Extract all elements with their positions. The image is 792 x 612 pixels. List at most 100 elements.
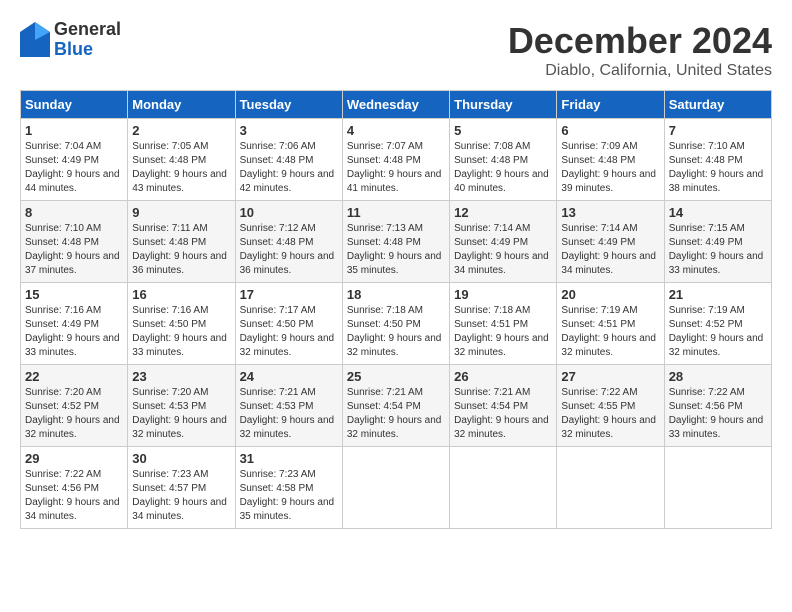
week-row-1: 1 Sunrise: 7:04 AMSunset: 4:49 PMDayligh… — [21, 119, 772, 201]
day-number: 16 — [132, 287, 230, 302]
logo: General Blue — [20, 20, 121, 60]
day-number: 17 — [240, 287, 338, 302]
calendar-cell: 13 Sunrise: 7:14 AMSunset: 4:49 PMDaylig… — [557, 201, 664, 283]
day-number: 11 — [347, 205, 445, 220]
day-info: Sunrise: 7:22 AMSunset: 4:55 PMDaylight:… — [561, 386, 659, 442]
day-number: 30 — [132, 451, 230, 466]
weekday-header-saturday: Saturday — [664, 91, 771, 119]
day-info: Sunrise: 7:07 AMSunset: 4:48 PMDaylight:… — [347, 140, 445, 196]
calendar-cell: 21 Sunrise: 7:19 AMSunset: 4:52 PMDaylig… — [664, 283, 771, 365]
day-info: Sunrise: 7:16 AMSunset: 4:49 PMDaylight:… — [25, 304, 123, 360]
day-info: Sunrise: 7:19 AMSunset: 4:52 PMDaylight:… — [669, 304, 767, 360]
calendar-cell: 8 Sunrise: 7:10 AMSunset: 4:48 PMDayligh… — [21, 201, 128, 283]
day-number: 21 — [669, 287, 767, 302]
day-number: 2 — [132, 123, 230, 138]
day-info: Sunrise: 7:10 AMSunset: 4:48 PMDaylight:… — [25, 222, 123, 278]
calendar-cell: 26 Sunrise: 7:21 AMSunset: 4:54 PMDaylig… — [450, 365, 557, 447]
calendar-cell: 4 Sunrise: 7:07 AMSunset: 4:48 PMDayligh… — [342, 119, 449, 201]
day-number: 15 — [25, 287, 123, 302]
day-number: 25 — [347, 369, 445, 384]
day-number: 20 — [561, 287, 659, 302]
day-info: Sunrise: 7:23 AMSunset: 4:58 PMDaylight:… — [240, 468, 338, 524]
day-number: 23 — [132, 369, 230, 384]
calendar-cell — [557, 447, 664, 529]
week-row-4: 22 Sunrise: 7:20 AMSunset: 4:52 PMDaylig… — [21, 365, 772, 447]
calendar-cell: 10 Sunrise: 7:12 AMSunset: 4:48 PMDaylig… — [235, 201, 342, 283]
calendar-cell: 11 Sunrise: 7:13 AMSunset: 4:48 PMDaylig… — [342, 201, 449, 283]
header: General Blue December 2024 Diablo, Calif… — [20, 20, 772, 80]
day-info: Sunrise: 7:21 AMSunset: 4:53 PMDaylight:… — [240, 386, 338, 442]
calendar-cell: 3 Sunrise: 7:06 AMSunset: 4:48 PMDayligh… — [235, 119, 342, 201]
day-number: 22 — [25, 369, 123, 384]
day-number: 19 — [454, 287, 552, 302]
day-info: Sunrise: 7:17 AMSunset: 4:50 PMDaylight:… — [240, 304, 338, 360]
day-info: Sunrise: 7:22 AMSunset: 4:56 PMDaylight:… — [25, 468, 123, 524]
calendar-cell: 29 Sunrise: 7:22 AMSunset: 4:56 PMDaylig… — [21, 447, 128, 529]
calendar-cell: 6 Sunrise: 7:09 AMSunset: 4:48 PMDayligh… — [557, 119, 664, 201]
day-info: Sunrise: 7:05 AMSunset: 4:48 PMDaylight:… — [132, 140, 230, 196]
day-info: Sunrise: 7:20 AMSunset: 4:52 PMDaylight:… — [25, 386, 123, 442]
day-number: 27 — [561, 369, 659, 384]
title-section: December 2024 Diablo, California, United… — [508, 20, 772, 80]
day-info: Sunrise: 7:09 AMSunset: 4:48 PMDaylight:… — [561, 140, 659, 196]
day-number: 4 — [347, 123, 445, 138]
logo-blue: Blue — [54, 40, 121, 60]
calendar-cell: 16 Sunrise: 7:16 AMSunset: 4:50 PMDaylig… — [128, 283, 235, 365]
calendar-cell: 5 Sunrise: 7:08 AMSunset: 4:48 PMDayligh… — [450, 119, 557, 201]
calendar-table: SundayMondayTuesdayWednesdayThursdayFrid… — [20, 90, 772, 529]
day-info: Sunrise: 7:21 AMSunset: 4:54 PMDaylight:… — [347, 386, 445, 442]
day-number: 31 — [240, 451, 338, 466]
day-number: 9 — [132, 205, 230, 220]
day-number: 3 — [240, 123, 338, 138]
week-row-5: 29 Sunrise: 7:22 AMSunset: 4:56 PMDaylig… — [21, 447, 772, 529]
day-info: Sunrise: 7:18 AMSunset: 4:50 PMDaylight:… — [347, 304, 445, 360]
calendar-cell: 24 Sunrise: 7:21 AMSunset: 4:53 PMDaylig… — [235, 365, 342, 447]
day-number: 14 — [669, 205, 767, 220]
logo-general: General — [54, 20, 121, 40]
day-number: 26 — [454, 369, 552, 384]
day-info: Sunrise: 7:21 AMSunset: 4:54 PMDaylight:… — [454, 386, 552, 442]
day-info: Sunrise: 7:20 AMSunset: 4:53 PMDaylight:… — [132, 386, 230, 442]
calendar-cell: 31 Sunrise: 7:23 AMSunset: 4:58 PMDaylig… — [235, 447, 342, 529]
weekday-header-sunday: Sunday — [21, 91, 128, 119]
calendar-cell: 23 Sunrise: 7:20 AMSunset: 4:53 PMDaylig… — [128, 365, 235, 447]
day-number: 8 — [25, 205, 123, 220]
weekday-header-monday: Monday — [128, 91, 235, 119]
location-title: Diablo, California, United States — [508, 62, 772, 80]
calendar-cell — [450, 447, 557, 529]
weekday-header-friday: Friday — [557, 91, 664, 119]
logo-icon — [20, 22, 50, 57]
day-info: Sunrise: 7:14 AMSunset: 4:49 PMDaylight:… — [454, 222, 552, 278]
day-info: Sunrise: 7:23 AMSunset: 4:57 PMDaylight:… — [132, 468, 230, 524]
day-number: 12 — [454, 205, 552, 220]
calendar-cell — [664, 447, 771, 529]
day-number: 24 — [240, 369, 338, 384]
calendar-cell: 15 Sunrise: 7:16 AMSunset: 4:49 PMDaylig… — [21, 283, 128, 365]
calendar-cell: 19 Sunrise: 7:18 AMSunset: 4:51 PMDaylig… — [450, 283, 557, 365]
day-number: 28 — [669, 369, 767, 384]
calendar-cell: 25 Sunrise: 7:21 AMSunset: 4:54 PMDaylig… — [342, 365, 449, 447]
week-row-2: 8 Sunrise: 7:10 AMSunset: 4:48 PMDayligh… — [21, 201, 772, 283]
calendar-cell: 2 Sunrise: 7:05 AMSunset: 4:48 PMDayligh… — [128, 119, 235, 201]
calendar-cell: 28 Sunrise: 7:22 AMSunset: 4:56 PMDaylig… — [664, 365, 771, 447]
calendar-cell: 12 Sunrise: 7:14 AMSunset: 4:49 PMDaylig… — [450, 201, 557, 283]
day-info: Sunrise: 7:12 AMSunset: 4:48 PMDaylight:… — [240, 222, 338, 278]
day-number: 10 — [240, 205, 338, 220]
day-number: 7 — [669, 123, 767, 138]
calendar-cell: 1 Sunrise: 7:04 AMSunset: 4:49 PMDayligh… — [21, 119, 128, 201]
calendar-cell: 30 Sunrise: 7:23 AMSunset: 4:57 PMDaylig… — [128, 447, 235, 529]
day-info: Sunrise: 7:22 AMSunset: 4:56 PMDaylight:… — [669, 386, 767, 442]
calendar-cell: 14 Sunrise: 7:15 AMSunset: 4:49 PMDaylig… — [664, 201, 771, 283]
month-title: December 2024 — [508, 20, 772, 62]
day-info: Sunrise: 7:16 AMSunset: 4:50 PMDaylight:… — [132, 304, 230, 360]
day-info: Sunrise: 7:08 AMSunset: 4:48 PMDaylight:… — [454, 140, 552, 196]
weekday-header-row: SundayMondayTuesdayWednesdayThursdayFrid… — [21, 91, 772, 119]
calendar-cell: 9 Sunrise: 7:11 AMSunset: 4:48 PMDayligh… — [128, 201, 235, 283]
day-number: 18 — [347, 287, 445, 302]
weekday-header-tuesday: Tuesday — [235, 91, 342, 119]
day-number: 29 — [25, 451, 123, 466]
day-info: Sunrise: 7:10 AMSunset: 4:48 PMDaylight:… — [669, 140, 767, 196]
week-row-3: 15 Sunrise: 7:16 AMSunset: 4:49 PMDaylig… — [21, 283, 772, 365]
calendar-cell: 27 Sunrise: 7:22 AMSunset: 4:55 PMDaylig… — [557, 365, 664, 447]
day-number: 5 — [454, 123, 552, 138]
